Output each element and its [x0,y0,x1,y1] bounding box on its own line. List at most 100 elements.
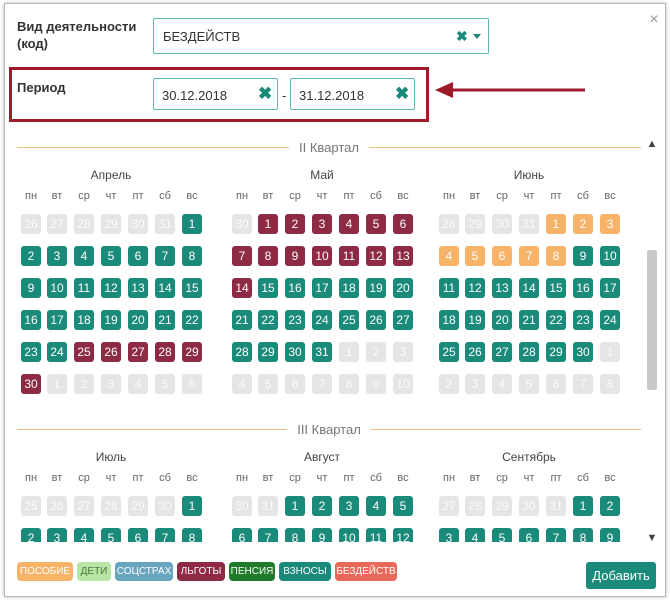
day-cell[interactable]: 27 [492,342,512,362]
day-cell[interactable]: 22 [546,310,566,330]
day-cell[interactable]: 11 [74,278,94,298]
day-cell[interactable]: 16 [21,310,41,330]
caret-down-icon[interactable] [473,34,481,39]
day-cell[interactable]: 3 [312,214,332,234]
day-cell[interactable]: 12 [366,246,386,266]
day-cell[interactable]: 29 [546,342,566,362]
day-cell[interactable]: 4 [339,214,359,234]
day-cell[interactable]: 10 [600,246,620,266]
day-cell[interactable]: 1 [546,214,566,234]
day-cell[interactable]: 22 [258,310,278,330]
scrollbar[interactable]: ▲ ▼ [645,136,659,548]
day-cell[interactable]: 25 [74,342,94,362]
day-cell[interactable]: 2 [573,214,593,234]
day-cell[interactable]: 5 [366,214,386,234]
day-cell[interactable]: 8 [546,246,566,266]
day-cell[interactable]: 1 [573,496,593,516]
day-cell[interactable]: 24 [600,310,620,330]
day-cell[interactable]: 29 [258,342,278,362]
day-cell[interactable]: 5 [465,246,485,266]
day-cell[interactable]: 26 [366,310,386,330]
day-cell[interactable]: 20 [128,310,148,330]
day-cell[interactable]: 31 [312,342,332,362]
day-cell[interactable]: 13 [393,246,413,266]
close-icon[interactable]: × [646,12,662,28]
day-cell[interactable]: 19 [465,310,485,330]
day-cell[interactable]: 5 [393,496,413,516]
day-cell[interactable]: 8 [285,528,305,542]
day-cell[interactable]: 6 [492,246,512,266]
day-cell[interactable]: 10 [312,246,332,266]
day-cell[interactable]: 20 [393,278,413,298]
day-cell[interactable]: 8 [182,528,202,542]
day-cell[interactable]: 9 [21,278,41,298]
day-cell[interactable]: 19 [366,278,386,298]
day-cell[interactable]: 4 [366,496,386,516]
day-cell[interactable]: 20 [492,310,512,330]
clear-icon[interactable]: ✖ [456,28,468,45]
day-cell[interactable]: 8 [258,246,278,266]
scroll-down-icon[interactable]: ▼ [646,532,658,544]
day-cell[interactable]: 3 [439,528,459,542]
day-cell[interactable]: 3 [47,528,67,542]
day-cell[interactable]: 7 [519,246,539,266]
day-cell[interactable]: 13 [492,278,512,298]
day-cell[interactable]: 9 [312,528,332,542]
day-cell[interactable]: 25 [439,342,459,362]
day-cell[interactable]: 4 [74,528,94,542]
day-cell[interactable]: 3 [339,496,359,516]
day-cell[interactable]: 7 [232,246,252,266]
day-cell[interactable]: 15 [182,278,202,298]
day-cell[interactable]: 8 [182,246,202,266]
day-cell[interactable]: 28 [155,342,175,362]
day-cell[interactable]: 16 [573,278,593,298]
day-cell[interactable]: 10 [339,528,359,542]
day-cell[interactable]: 22 [182,310,202,330]
add-button[interactable]: Добавить [586,562,656,589]
day-cell[interactable]: 10 [47,278,67,298]
day-cell[interactable]: 28 [232,342,252,362]
day-cell[interactable]: 1 [285,496,305,516]
day-cell[interactable]: 24 [312,310,332,330]
day-cell[interactable]: 15 [258,278,278,298]
day-cell[interactable]: 26 [101,342,121,362]
day-cell[interactable]: 1 [182,496,202,516]
day-cell[interactable]: 11 [366,528,386,542]
day-cell[interactable]: 19 [101,310,121,330]
day-cell[interactable]: 6 [519,528,539,542]
day-cell[interactable]: 30 [573,342,593,362]
day-cell[interactable]: 7 [258,528,278,542]
day-cell[interactable]: 12 [465,278,485,298]
day-cell[interactable]: 2 [21,246,41,266]
activity-select[interactable]: БЕЗДЕЙСТВ ✖ [153,18,489,54]
day-cell[interactable]: 8 [573,528,593,542]
day-cell[interactable]: 15 [546,278,566,298]
day-cell[interactable]: 18 [74,310,94,330]
day-cell[interactable]: 2 [600,496,620,516]
day-cell[interactable]: 29 [182,342,202,362]
day-cell[interactable]: 17 [47,310,67,330]
day-cell[interactable]: 5 [492,528,512,542]
day-cell[interactable]: 5 [101,528,121,542]
day-cell[interactable]: 9 [600,528,620,542]
day-cell[interactable]: 21 [155,310,175,330]
day-cell[interactable]: 17 [312,278,332,298]
day-cell[interactable]: 2 [21,528,41,542]
day-cell[interactable]: 12 [393,528,413,542]
day-cell[interactable]: 21 [519,310,539,330]
day-cell[interactable]: 27 [393,310,413,330]
day-cell[interactable]: 2 [285,214,305,234]
day-cell[interactable]: 26 [465,342,485,362]
day-cell[interactable]: 28 [519,342,539,362]
day-cell[interactable]: 23 [21,342,41,362]
day-cell[interactable]: 12 [101,278,121,298]
day-cell[interactable]: 14 [155,278,175,298]
day-cell[interactable]: 30 [21,374,41,394]
day-cell[interactable]: 5 [101,246,121,266]
day-cell[interactable]: 14 [232,278,252,298]
day-cell[interactable]: 11 [439,278,459,298]
day-cell[interactable]: 7 [155,246,175,266]
day-cell[interactable]: 6 [393,214,413,234]
day-cell[interactable]: 23 [573,310,593,330]
day-cell[interactable]: 3 [600,214,620,234]
